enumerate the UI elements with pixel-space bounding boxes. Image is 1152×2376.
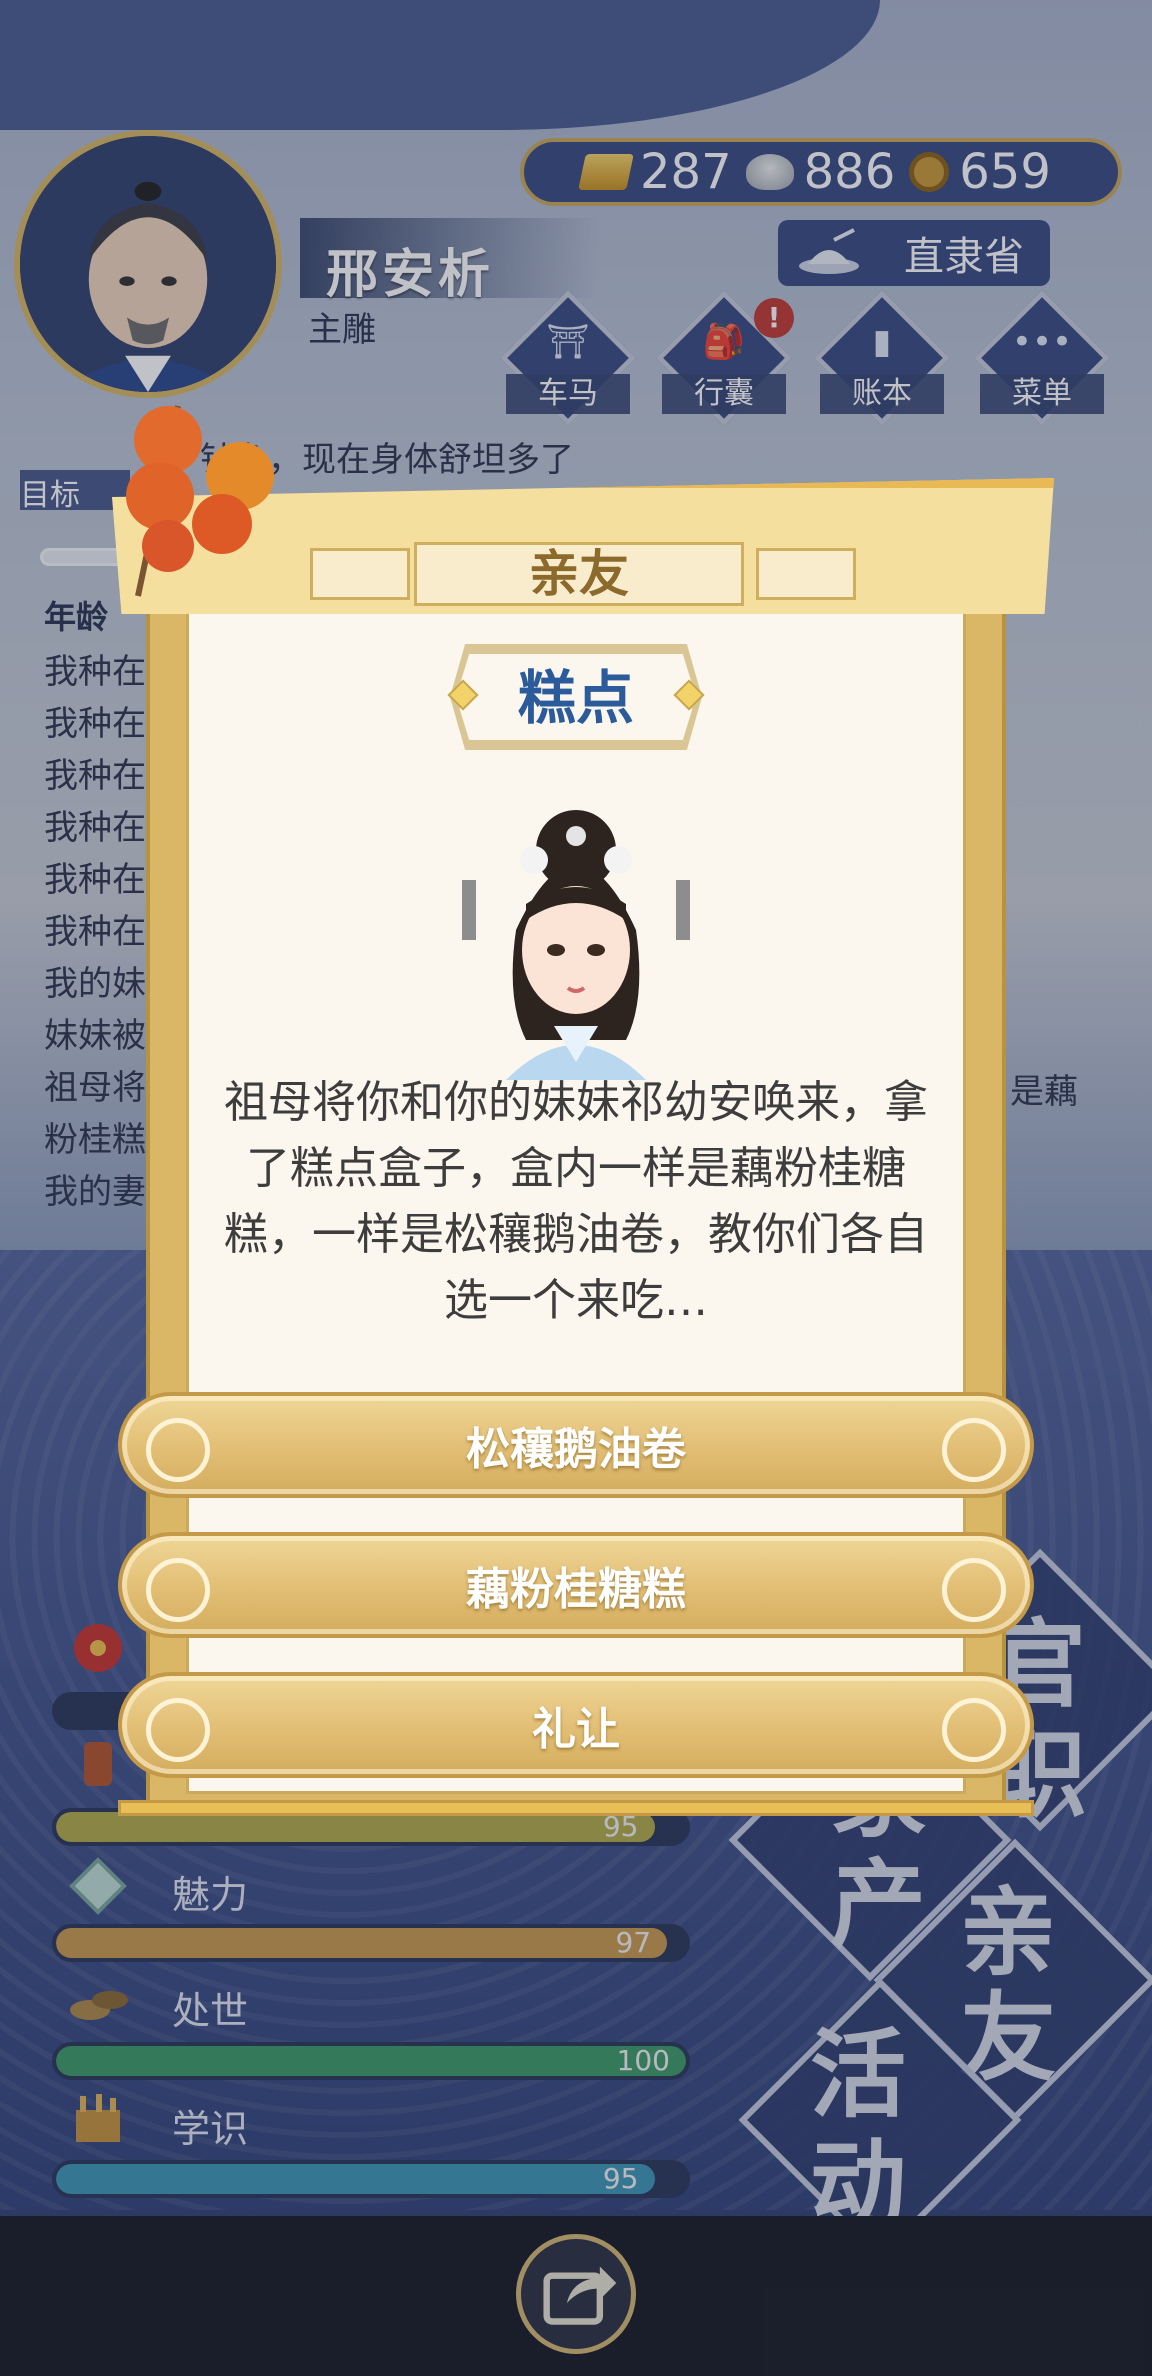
choice-label-2: 藕粉桂糖糕 — [466, 1564, 686, 1615]
persimmon-skewer-icon — [126, 405, 274, 597]
modal-bottom-rail — [118, 1800, 1034, 1816]
choice-button-2[interactable]: 藕粉桂糖糕 — [118, 1532, 1034, 1638]
choice-label-1: 松穰鹅油卷 — [466, 1424, 686, 1475]
event-subject: 糕点 — [456, 650, 696, 744]
sister-portrait — [462, 810, 690, 1080]
choice-button-1[interactable]: 松穰鹅油卷 — [118, 1392, 1034, 1498]
choice-label-3: 礼让 — [532, 1704, 620, 1755]
choice-button-3[interactable]: 礼让 — [118, 1672, 1034, 1778]
modal-tab-title: 亲友 — [414, 542, 744, 606]
event-story-text: 祖母将你和你的妹妹祁幼安唤来，拿了糕点盒子，盒内一样是藕粉桂糖糕，一样是松穰鹅油… — [224, 1077, 928, 1326]
